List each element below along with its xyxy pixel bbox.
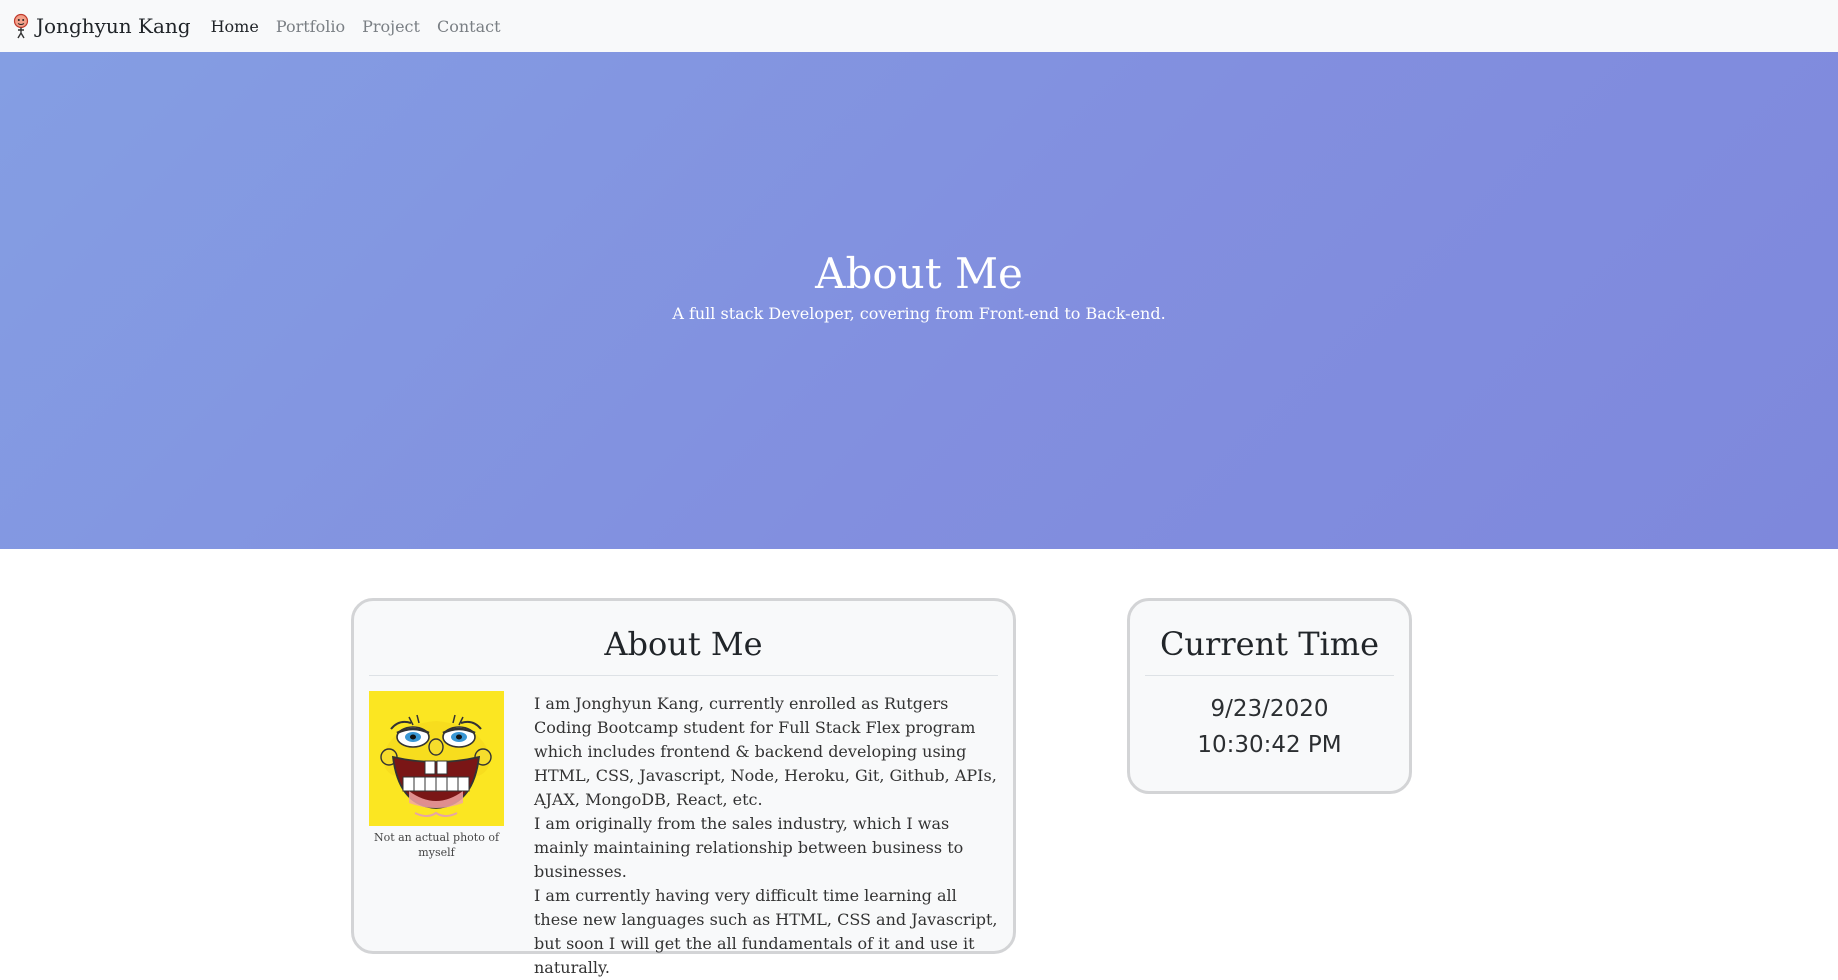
profile-photo	[369, 691, 504, 826]
about-paragraph: I am currently having very difficult tim…	[534, 886, 998, 977]
nav-contact[interactable]: Contact	[437, 17, 501, 36]
about-card: About Me Not an actual photo of myself I…	[351, 598, 1016, 977]
time-card-body: 9/23/2020 10:30:42 PM	[1130, 676, 1409, 763]
brand-name: Jonghyun Kang	[36, 14, 191, 38]
time-card-title: Current Time	[1159, 625, 1380, 663]
hero-subtitle: A full stack Developer, covering from Fr…	[672, 303, 1166, 323]
about-card-title: About Me	[604, 625, 763, 663]
hero-banner: About Me A full stack Developer, coverin…	[0, 52, 1838, 549]
hero-title: About Me	[815, 248, 1023, 298]
current-clock: 10:30:42 PM	[1197, 732, 1342, 758]
about-description: I am Jonghyun Kang, currently enrolled a…	[534, 692, 1004, 980]
nav-portfolio[interactable]: Portfolio	[276, 17, 345, 36]
navbar: Jonghyun Kang Home Portfolio Project Con…	[0, 0, 1838, 52]
photo-caption: Not an actual photo of myself	[373, 831, 500, 859]
current-date: 9/23/2020	[1210, 696, 1329, 722]
time-card: Current Time 9/23/2020 10:30:42 PM	[1127, 598, 1412, 794]
about-paragraph: I am originally from the sales industry,…	[534, 814, 964, 881]
nav-home[interactable]: Home	[211, 17, 259, 36]
about-card-divider	[369, 675, 998, 676]
about-paragraph: I am Jonghyun Kang, currently enrolled a…	[534, 694, 997, 809]
brand-link[interactable]: Jonghyun Kang	[12, 13, 191, 39]
person-icon	[13, 13, 29, 39]
nav-project[interactable]: Project	[362, 17, 420, 36]
